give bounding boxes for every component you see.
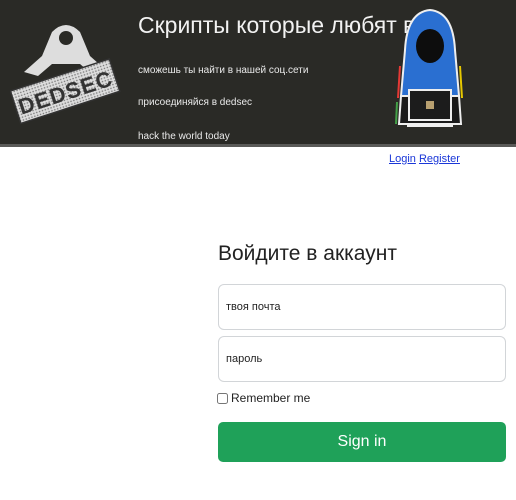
site-header: DEDSEC Скрипты которые любят все сможешь…: [0, 0, 516, 147]
password-field[interactable]: [218, 336, 506, 382]
form-title: Войдите в аккаунт: [218, 242, 397, 265]
dedsec-logo: DEDSEC: [10, 25, 121, 125]
remember-me[interactable]: Remember me: [217, 391, 310, 405]
remember-checkbox[interactable]: [217, 392, 228, 404]
remember-label: Remember me: [231, 391, 311, 405]
tagline-1: сможешь ты найти в нашей соц.сети: [138, 65, 309, 76]
login-link[interactable]: Login: [389, 153, 416, 165]
auth-links: Login Register: [389, 153, 460, 165]
email-field[interactable]: [218, 284, 506, 330]
tagline-2: присоединяйся в dedsec: [138, 97, 253, 108]
sign-in-button[interactable]: Sign in: [218, 422, 506, 462]
register-link[interactable]: Register: [419, 153, 460, 165]
hacker-illustration: [395, 8, 463, 127]
tagline-3: hack the world today: [138, 131, 230, 142]
